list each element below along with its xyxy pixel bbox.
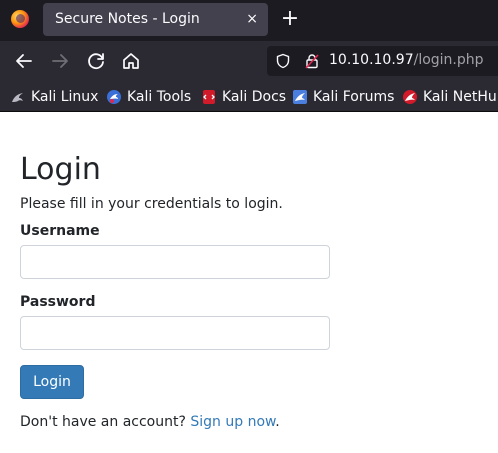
kali-nethunter-icon (403, 90, 417, 104)
url-host: 10.10.10.97 (329, 52, 414, 68)
firefox-logo-icon[interactable] (11, 10, 29, 28)
signup-suffix: . (275, 414, 280, 430)
login-instructions: Please fill in your credentials to login… (20, 196, 283, 212)
new-tab-button[interactable]: + (280, 7, 300, 31)
forward-button[interactable] (48, 49, 72, 73)
tab-close-icon[interactable]: × (246, 9, 258, 29)
bookmark-label: Kali Linux (31, 89, 99, 105)
bookmark-label: Kali NetHunter (423, 89, 498, 105)
bookmark-kali-docs[interactable]: Kali Docs (201, 88, 286, 106)
login-button[interactable]: Login (20, 365, 84, 399)
forward-arrow-icon (52, 54, 68, 68)
insecure-lock-icon[interactable] (304, 53, 320, 69)
signup-prefix: Don't have an account? (20, 414, 191, 430)
page-title: Login (20, 152, 101, 187)
signup-link[interactable]: Sign up now (190, 414, 275, 430)
bookmarks-toolbar: Kali Linux Kali Tools Kali Docs Kali For… (0, 81, 498, 112)
kali-docs-icon (203, 90, 215, 104)
back-arrow-icon (16, 54, 32, 68)
url-path: /login.php (413, 52, 484, 68)
home-button[interactable] (119, 49, 143, 73)
reload-button[interactable] (84, 49, 108, 73)
tab-secure-notes-login[interactable]: Secure Notes - Login × (43, 3, 268, 36)
signup-prompt: Don't have an account? Sign up now. (20, 414, 280, 430)
username-label: Username (20, 223, 100, 239)
url-text[interactable]: 10.10.10.97/login.php (329, 52, 484, 68)
tab-title: Secure Notes - Login (55, 11, 200, 27)
bookmark-kali-tools[interactable]: Kali Tools (106, 88, 191, 106)
bookmark-kali-forums[interactable]: Kali Forums (292, 88, 394, 106)
bookmark-label: Kali Tools (127, 89, 192, 105)
password-label: Password (20, 294, 96, 310)
username-input[interactable] (20, 245, 330, 279)
tracking-protection-shield-icon[interactable] (275, 53, 291, 69)
tab-strip: Secure Notes - Login × + (0, 0, 498, 41)
bookmark-kali-linux[interactable]: Kali Linux (10, 88, 98, 106)
kali-dragon-icon (12, 93, 23, 102)
kali-forums-icon (293, 90, 307, 104)
reload-icon (88, 53, 104, 70)
kali-tools-icon (107, 90, 121, 104)
bookmark-label: Kali Docs (222, 89, 287, 105)
page-content: Login Please fill in your credentials to… (0, 112, 498, 453)
bookmark-label: Kali Forums (313, 89, 395, 105)
bookmark-kali-nethunter[interactable]: Kali NetHunter (402, 88, 498, 106)
back-button[interactable] (12, 49, 36, 73)
navigation-toolbar: 10.10.10.97/login.php (0, 41, 498, 81)
home-icon (123, 53, 139, 69)
password-input[interactable] (20, 316, 330, 350)
url-bar[interactable]: 10.10.10.97/login.php (267, 46, 498, 76)
